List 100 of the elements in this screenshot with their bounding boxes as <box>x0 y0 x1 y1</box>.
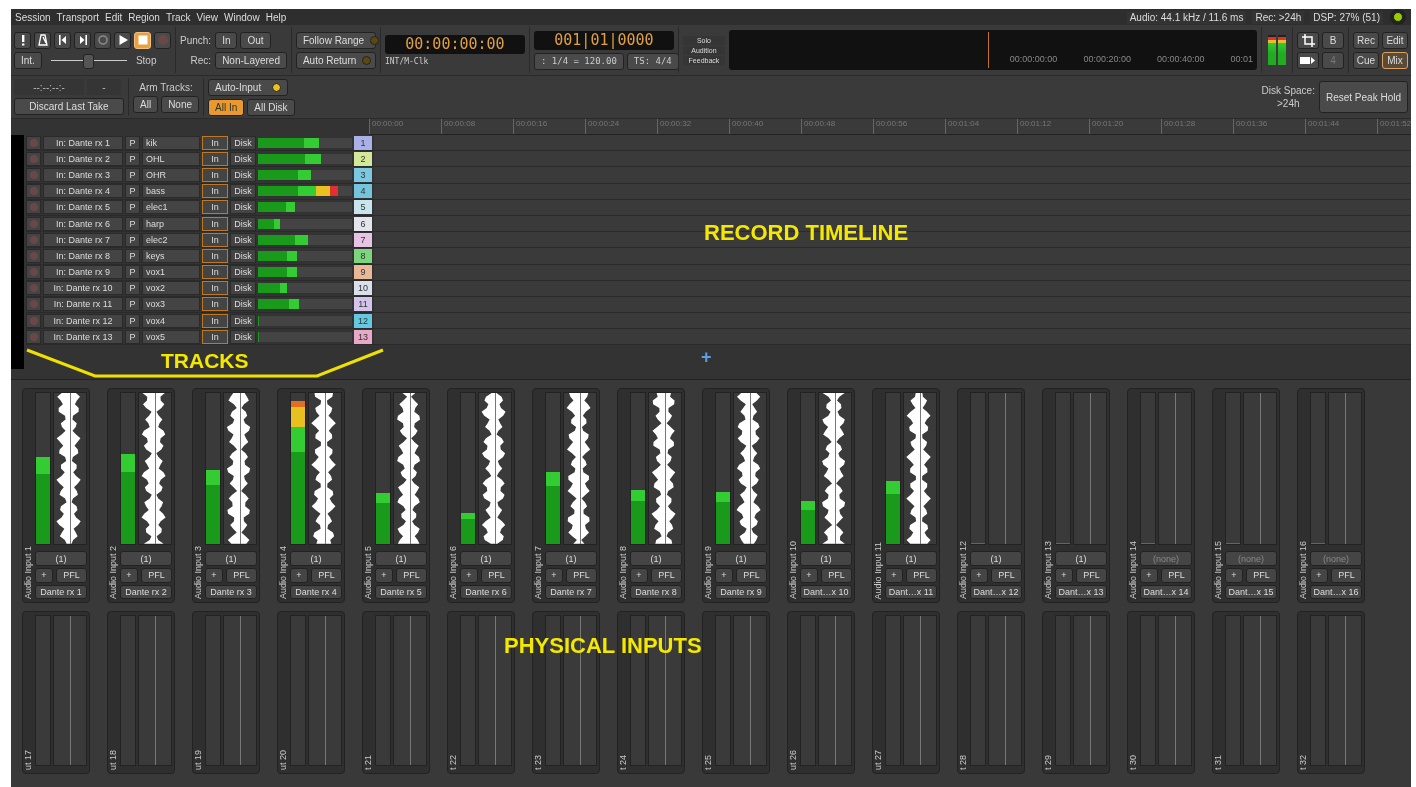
page-tab[interactable]: Mix <box>1382 51 1408 69</box>
sync-button[interactable]: Int. <box>14 51 42 69</box>
menu-item[interactable]: View <box>196 11 219 23</box>
port-button[interactable]: (1) <box>205 551 257 566</box>
secondary-clock[interactable]: 001|01|0000 <box>533 30 674 50</box>
input-label-button[interactable]: Dant…x 16 <box>1310 584 1362 600</box>
playlist-button[interactable]: P <box>125 297 140 312</box>
pfl-button[interactable]: PFL <box>226 567 257 583</box>
port-button[interactable]: (1) <box>970 551 1022 566</box>
page-tab[interactable]: Cue <box>1353 51 1379 69</box>
add-button[interactable]: + <box>630 567 648 583</box>
punch-in-button[interactable]: In <box>215 31 238 49</box>
add-button[interactable]: + <box>120 567 138 583</box>
input-label-button[interactable]: Dante rx 8 <box>630 584 682 600</box>
page-tab[interactable]: Rec <box>1353 31 1379 49</box>
metronome-button[interactable] <box>34 31 51 49</box>
port-button[interactable]: (1) <box>885 551 937 566</box>
menu-item[interactable]: Region <box>128 11 160 23</box>
playlist-button[interactable]: P <box>125 329 140 344</box>
port-button[interactable]: (1) <box>715 551 767 566</box>
track-lane[interactable] <box>374 151 1411 167</box>
port-button[interactable]: (1) <box>460 551 512 566</box>
menu-item[interactable]: Session <box>15 11 51 23</box>
port-button[interactable]: (1) <box>1055 551 1107 566</box>
record-arm-button[interactable] <box>26 265 41 280</box>
monitor-input-button[interactable]: In <box>202 248 228 263</box>
playlist-button[interactable]: P <box>125 265 140 280</box>
add-button[interactable]: + <box>800 567 818 583</box>
port-button[interactable]: (1) <box>375 551 427 566</box>
play-button[interactable] <box>114 31 131 49</box>
port-button[interactable]: (1) <box>545 551 597 566</box>
monitor-input-button[interactable]: In <box>202 265 228 280</box>
record-arm-button[interactable] <box>26 232 41 247</box>
pfl-button[interactable]: PFL <box>651 567 682 583</box>
track-name-field[interactable]: OHL <box>142 151 200 166</box>
primary-clock[interactable]: 00:00:00:00 <box>384 34 525 54</box>
page-tab[interactable]: Edit <box>1382 31 1408 49</box>
monitor-disk-button[interactable]: Disk <box>230 329 256 344</box>
input-label-button[interactable]: Dant…x 13 <box>1055 584 1107 600</box>
track-lane[interactable] <box>374 248 1411 264</box>
port-button[interactable]: (1) <box>120 551 172 566</box>
time-signature-button[interactable]: TS: 4/4 <box>626 52 679 70</box>
record-arm-button[interactable] <box>26 184 41 199</box>
record-arm-button[interactable] <box>26 297 41 312</box>
pfl-button[interactable]: PFL <box>566 567 597 583</box>
pfl-button[interactable]: PFL <box>311 567 342 583</box>
input-label-button[interactable]: Dant…x 10 <box>800 584 852 600</box>
playlist-button[interactable]: P <box>125 232 140 247</box>
track-name-field[interactable]: elec2 <box>142 232 200 247</box>
goto-end-button[interactable] <box>74 31 91 49</box>
panic-button[interactable] <box>14 31 31 49</box>
add-button[interactable]: + <box>375 567 393 583</box>
monitor-disk-button[interactable]: Disk <box>230 135 256 150</box>
track-lane[interactable] <box>374 313 1411 329</box>
track-name-field[interactable]: elec1 <box>142 200 200 215</box>
track-name-field[interactable]: vox2 <box>142 281 200 296</box>
track-name-field[interactable]: harp <box>142 216 200 231</box>
port-button[interactable]: (1) <box>35 551 87 566</box>
input-button[interactable]: In: Dante rx 9 <box>43 265 123 280</box>
crop-button[interactable] <box>1297 31 1319 49</box>
port-button[interactable]: (1) <box>800 551 852 566</box>
add-button[interactable]: + <box>1225 567 1243 583</box>
track-name-field[interactable]: vox1 <box>142 265 200 280</box>
playlist-button[interactable]: P <box>125 200 140 215</box>
monitor-disk-button[interactable]: Disk <box>230 281 256 296</box>
input-label-button[interactable]: Dante rx 7 <box>545 584 597 600</box>
record-arm-button[interactable] <box>26 135 41 150</box>
input-button[interactable]: In: Dante rx 2 <box>43 151 123 166</box>
add-button[interactable]: + <box>1310 567 1328 583</box>
menu-item[interactable]: Track <box>165 11 191 23</box>
port-button[interactable]: (1) <box>630 551 682 566</box>
playlist-button[interactable]: P <box>125 281 140 296</box>
add-track-button[interactable]: + <box>701 345 712 370</box>
add-button[interactable]: + <box>970 567 988 583</box>
menu-item[interactable]: Help <box>265 11 287 23</box>
input-button[interactable]: In: Dante rx 11 <box>43 297 123 312</box>
port-button[interactable]: (1) <box>290 551 342 566</box>
playlist-button[interactable]: P <box>125 313 140 328</box>
track-lane[interactable] <box>374 135 1411 151</box>
input-button[interactable]: In: Dante rx 5 <box>43 200 123 215</box>
monitor-input-button[interactable]: In <box>202 184 228 199</box>
add-button[interactable]: + <box>885 567 903 583</box>
input-button[interactable]: In: Dante rx 10 <box>43 281 123 296</box>
add-button[interactable]: + <box>290 567 308 583</box>
playlist-button[interactable]: P <box>125 167 140 182</box>
pfl-button[interactable]: PFL <box>906 567 937 583</box>
record-arm-button[interactable] <box>26 313 41 328</box>
playlist-button[interactable]: P <box>125 184 140 199</box>
input-label-button[interactable]: Dante rx 6 <box>460 584 512 600</box>
pfl-button[interactable]: PFL <box>56 567 87 583</box>
record-arm-button[interactable] <box>26 281 41 296</box>
toggle-button[interactable]: Auto Return <box>295 51 376 69</box>
pfl-button[interactable]: PFL <box>821 567 852 583</box>
menu-item[interactable]: Window <box>224 11 260 23</box>
add-button[interactable]: + <box>460 567 478 583</box>
monitor-disk-button[interactable]: Disk <box>230 232 256 247</box>
input-label-button[interactable]: Dante rx 2 <box>120 584 172 600</box>
monitor-disk-button[interactable]: Disk <box>230 313 256 328</box>
mini-timeline[interactable]: 00:00:00:00 00:00:20:00 00:00:40:00 00:01 <box>728 30 1257 70</box>
monitor-input-button[interactable]: In <box>202 151 228 166</box>
